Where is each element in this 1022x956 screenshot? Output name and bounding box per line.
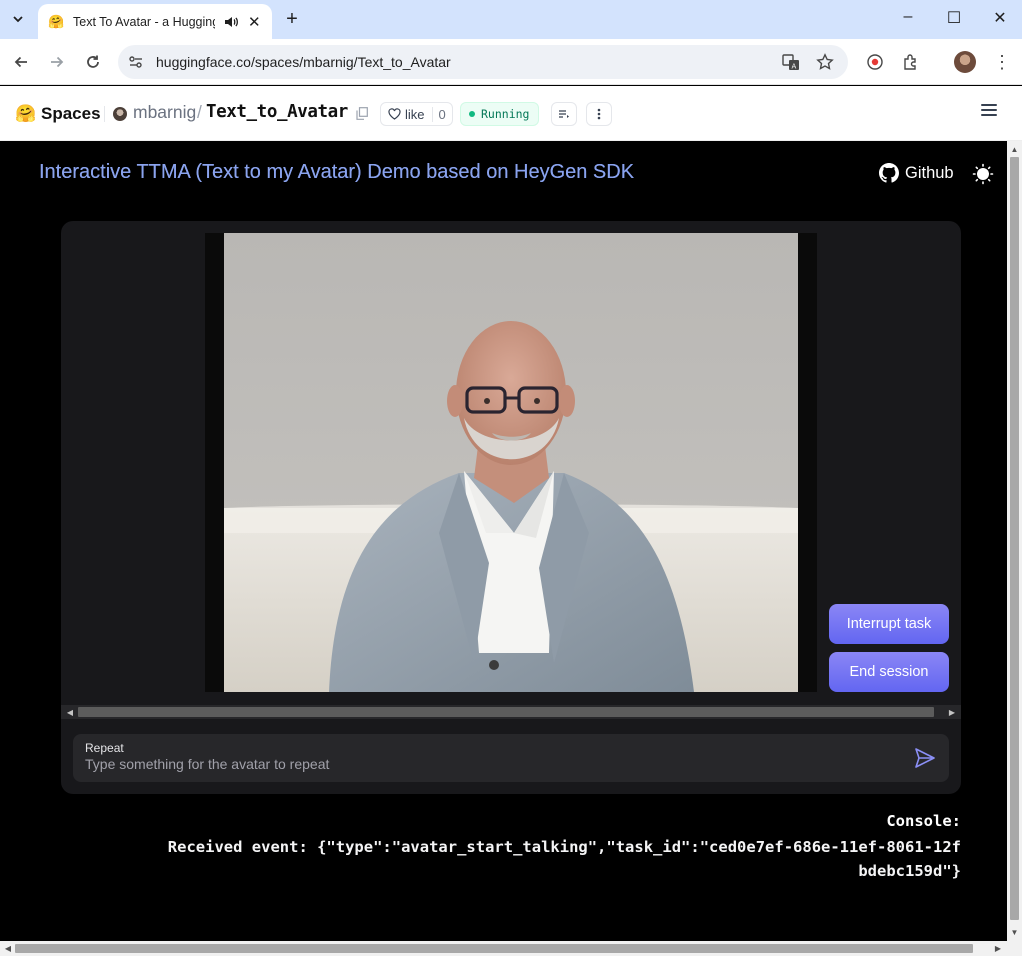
- end-session-button[interactable]: End session: [829, 652, 949, 692]
- hf-space-header: 🤗 Spaces mbarnig / Text_to_Avatar like 0…: [0, 86, 1022, 141]
- space-app: Interactive TTMA (Text to my Avatar) Dem…: [0, 141, 1007, 941]
- avatar-person-image: [224, 233, 798, 692]
- repeat-input-container: Repeat: [73, 734, 949, 782]
- page-horizontal-scrollbar-thumb[interactable]: [15, 944, 973, 953]
- page-vertical-scrollbar[interactable]: ▲ ▼: [1007, 141, 1022, 941]
- heart-icon: [388, 108, 401, 120]
- tab-strip: 🤗 Text To Avatar - a Hugging Face Space …: [0, 0, 1022, 39]
- page-horizontal-scrollbar[interactable]: ◀ ▶: [0, 941, 1022, 956]
- reload-button[interactable]: [81, 50, 105, 74]
- sun-icon[interactable]: [972, 163, 994, 185]
- page-scroll-right-icon[interactable]: ▶: [991, 941, 1005, 956]
- send-icon[interactable]: [913, 746, 937, 770]
- forward-button[interactable]: [45, 50, 69, 74]
- space-options-button[interactable]: [586, 102, 612, 126]
- browser-tab-active[interactable]: 🤗 Text To Avatar - a Hugging Face Space …: [38, 4, 272, 39]
- scroll-right-icon[interactable]: ▶: [945, 705, 959, 719]
- logs-icon: [559, 110, 569, 118]
- back-button[interactable]: [9, 50, 33, 74]
- spaces-link[interactable]: Spaces: [41, 104, 101, 124]
- translate-icon[interactable]: A: [782, 53, 800, 71]
- path-separator: /: [197, 102, 202, 122]
- status-text: Running: [481, 107, 530, 121]
- site-info-icon[interactable]: [128, 54, 144, 70]
- maximize-button[interactable]: ☐: [939, 8, 969, 28]
- address-bar[interactable]: huggingface.co/spaces/mbarnig/Text_to_Av…: [118, 45, 848, 79]
- more-vertical-icon: [597, 108, 601, 120]
- record-icon: [867, 54, 883, 70]
- copy-icon[interactable]: [356, 107, 368, 120]
- logs-button[interactable]: [551, 102, 577, 126]
- svg-text:A: A: [792, 63, 797, 71]
- close-tab-icon[interactable]: ✕: [248, 13, 261, 31]
- space-owner-link[interactable]: mbarnig: [133, 102, 196, 123]
- space-name-link[interactable]: Text_to_Avatar: [206, 102, 348, 122]
- page-scroll-left-icon[interactable]: ◀: [1, 941, 15, 956]
- page-title: Interactive TTMA (Text to my Avatar) Dem…: [39, 161, 635, 183]
- forward-icon: [51, 56, 64, 68]
- hamburger-icon[interactable]: [981, 104, 997, 119]
- like-label: like: [405, 106, 425, 122]
- avatar-video: [205, 233, 817, 692]
- back-icon: [14, 56, 27, 68]
- extensions-button[interactable]: [901, 52, 921, 72]
- repeat-label: Repeat: [85, 741, 124, 755]
- scroll-down-icon[interactable]: ▼: [1007, 925, 1022, 939]
- interrupt-task-button[interactable]: Interrupt task: [829, 604, 949, 644]
- like-count: 0: [431, 106, 452, 122]
- profile-avatar[interactable]: [954, 51, 976, 73]
- repeat-input[interactable]: [85, 756, 885, 772]
- github-link[interactable]: Github: [879, 163, 954, 183]
- like-button[interactable]: like 0: [380, 102, 453, 126]
- avatar-panel: Interrupt task End session ◀ ▶ Repeat: [61, 221, 961, 794]
- scrollbar-thumb[interactable]: [78, 707, 934, 717]
- console-title: Console:: [886, 812, 961, 830]
- console-output: Received event: {"type":"avatar_start_ta…: [167, 838, 961, 880]
- new-tab-plus-icon[interactable]: +: [281, 8, 303, 30]
- avatar-video-frame: [224, 233, 798, 692]
- url-text[interactable]: huggingface.co/spaces/mbarnig/Text_to_Av…: [156, 54, 451, 70]
- minimize-button[interactable]: –: [893, 8, 923, 26]
- horizontal-scrollbar[interactable]: ◀ ▶: [61, 705, 961, 719]
- status-dot: [469, 111, 475, 117]
- tab-search-button[interactable]: [6, 7, 30, 31]
- star-icon[interactable]: [816, 53, 834, 71]
- tab-title: Text To Avatar - a Hugging Face Space: [73, 14, 215, 29]
- vertical-scrollbar-thumb[interactable]: [1010, 157, 1019, 920]
- github-label: Github: [905, 163, 954, 182]
- browser-more-icon[interactable]: ⋮: [993, 51, 1011, 73]
- user-avatar[interactable]: [113, 107, 127, 121]
- scroll-left-icon[interactable]: ◀: [63, 705, 77, 719]
- status-badge[interactable]: Running: [460, 102, 540, 126]
- chevron-down-icon: [13, 15, 23, 22]
- header-divider: [104, 106, 105, 122]
- browser-toolbar: huggingface.co/spaces/mbarnig/Text_to_Av…: [0, 39, 1022, 85]
- record-extension-button[interactable]: [865, 52, 885, 72]
- extensions-icon: [904, 54, 916, 70]
- close-window-button[interactable]: ✕: [985, 8, 1015, 28]
- github-icon: [879, 163, 899, 183]
- reload-icon: [87, 55, 99, 68]
- scroll-up-icon[interactable]: ▲: [1007, 142, 1022, 156]
- hugging-face-favicon-icon: 🤗: [48, 13, 65, 29]
- speaker-icon[interactable]: [223, 14, 239, 30]
- hugging-face-logo-icon[interactable]: 🤗: [15, 105, 36, 123]
